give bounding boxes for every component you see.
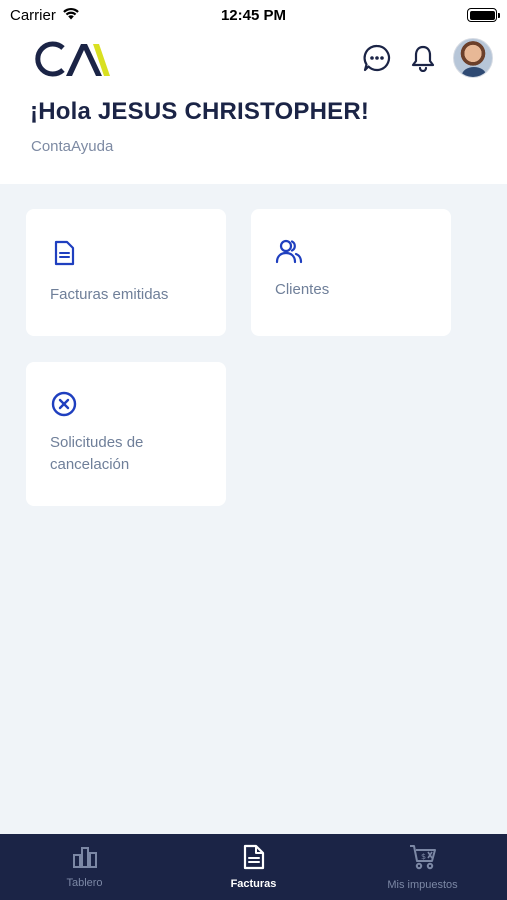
tab-facturas[interactable]: Facturas	[169, 834, 338, 900]
card-label: Clientes	[275, 281, 330, 298]
document-icon	[54, 240, 75, 266]
header-actions	[361, 38, 493, 78]
tab-label: Mis impuestos	[387, 879, 458, 891]
wifi-icon	[62, 7, 80, 24]
card-facturas-emitidas[interactable]: Facturas emitidas	[26, 209, 226, 336]
avatar[interactable]	[453, 38, 493, 78]
card-clientes[interactable]: Clientes	[251, 209, 451, 336]
card-label: Solicitudes de cancelación	[50, 434, 144, 473]
header: ¡Hola JESUS CHRISTOPHER! ContaAyuda	[0, 30, 507, 184]
chat-icon	[363, 44, 391, 72]
tab-mis-impuestos[interactable]: $ Mis impuestos	[338, 834, 507, 900]
card-solicitudes-cancelacion[interactable]: Solicitudes de cancelación	[26, 362, 226, 506]
tab-tablero[interactable]: Tablero	[0, 834, 169, 900]
company-name: ContaAyuda	[31, 138, 114, 155]
svg-text:$: $	[421, 852, 426, 861]
status-left: Carrier	[10, 7, 80, 24]
tab-label: Tablero	[66, 877, 103, 889]
battery-icon	[467, 8, 500, 22]
status-bar: Carrier 12:45 PM	[0, 0, 507, 30]
cancel-circle-icon	[51, 391, 77, 417]
chat-button[interactable]	[361, 42, 393, 74]
card-label: Facturas emitidas	[50, 286, 169, 303]
page-title: ¡Hola JESUS CHRISTOPHER!	[30, 98, 370, 125]
document-icon	[243, 844, 264, 870]
bar-chart-icon	[72, 847, 97, 868]
tab-label: Facturas	[230, 878, 277, 890]
users-icon	[275, 239, 303, 264]
logo-ca	[35, 41, 110, 77]
tax-cart-icon: $	[409, 845, 436, 870]
carrier-label: Carrier	[10, 6, 56, 24]
tab-bar: Tablero Facturas $ Mis impuestos	[0, 834, 507, 900]
bell-icon	[411, 45, 435, 72]
notifications-button[interactable]	[407, 42, 439, 74]
